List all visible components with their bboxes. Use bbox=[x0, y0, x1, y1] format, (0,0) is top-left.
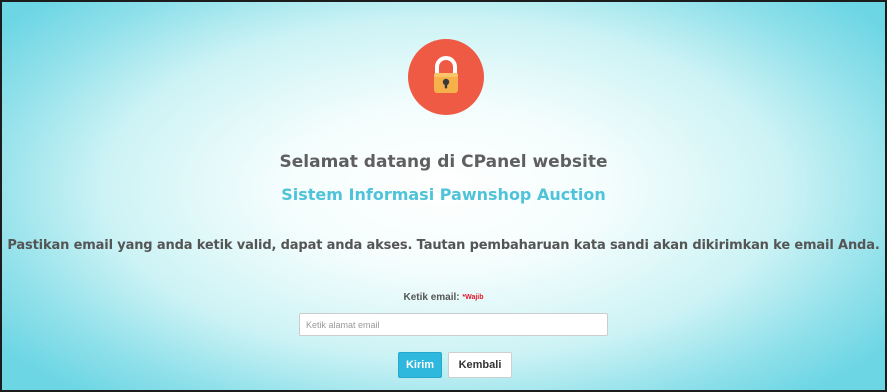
submit-button[interactable]: Kirim bbox=[398, 352, 442, 378]
lock-icon bbox=[434, 56, 458, 93]
welcome-title: Selamat datang di CPanel website bbox=[279, 152, 608, 172]
instruction-text: Pastikan email yang anda ketik valid, da… bbox=[7, 238, 880, 253]
required-marker: *Wajib bbox=[462, 294, 484, 301]
page-frame: Selamat datang di CPanel website Sistem … bbox=[0, 0, 887, 392]
email-label: Ketik email: *Wajib bbox=[2, 292, 885, 303]
lock-badge bbox=[408, 39, 484, 115]
email-label-text: Ketik email: bbox=[403, 292, 460, 303]
back-button[interactable]: Kembali bbox=[448, 352, 512, 378]
email-input[interactable] bbox=[299, 313, 608, 336]
system-name: Sistem Informasi Pawnshop Auction bbox=[281, 185, 606, 204]
